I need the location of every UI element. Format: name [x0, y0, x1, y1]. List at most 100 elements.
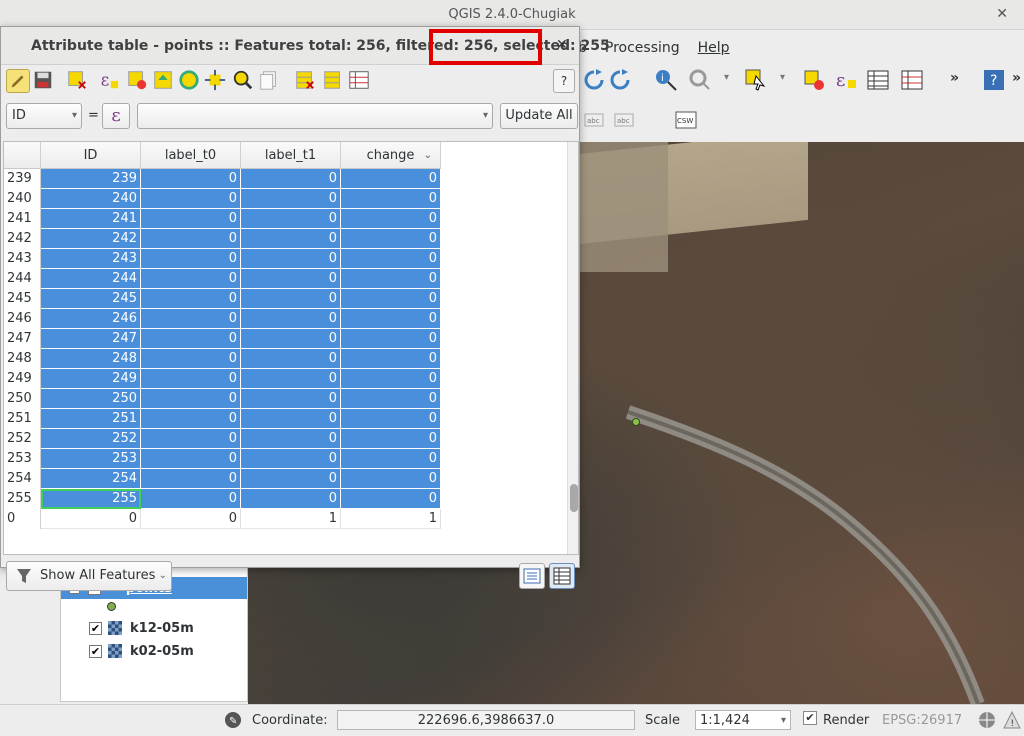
table-cell-label-t1[interactable]: 0 — [241, 189, 341, 209]
table-cell-change[interactable]: 0 — [341, 269, 441, 289]
table-cell-label-t1[interactable]: 0 — [241, 349, 341, 369]
table-cell-label-t1[interactable]: 0 — [241, 229, 341, 249]
table-row[interactable]: 252 252 0 0 0 — [4, 429, 441, 449]
pan-to-selection-icon[interactable] — [204, 69, 228, 93]
table-cell-id[interactable]: 254 — [41, 469, 141, 489]
table-cell-id[interactable]: 255 — [41, 489, 141, 509]
table-row[interactable]: 245 245 0 0 0 — [4, 289, 441, 309]
attribute-table[interactable]: ID label_t0 label_t1 change ⌄ 239 239 0 0 0 24… — [3, 141, 579, 555]
table-cell-change[interactable]: 0 — [341, 429, 441, 449]
more-tools-icon[interactable]: » — [1012, 70, 1021, 86]
row-header[interactable]: 252 — [4, 429, 41, 449]
table-cell-id[interactable]: 247 — [41, 329, 141, 349]
table-cell-label-t0[interactable]: 0 — [141, 289, 241, 309]
select-by-expression-icon[interactable]: ε — [834, 68, 858, 92]
warning-icon[interactable]: ! — [1003, 711, 1021, 729]
row-header[interactable]: 255 — [4, 489, 41, 509]
table-cell-label-t0[interactable]: 0 — [141, 509, 241, 529]
table-cell-label-t1[interactable]: 1 — [241, 509, 341, 529]
table-cell-id[interactable]: 252 — [41, 429, 141, 449]
table-cell-change[interactable]: 0 — [341, 489, 441, 509]
row-header[interactable]: 243 — [4, 249, 41, 269]
zoom-to-selection-icon[interactable] — [232, 69, 256, 93]
row-header[interactable]: 245 — [4, 289, 41, 309]
table-row[interactable]: 254 254 0 0 0 — [4, 469, 441, 489]
table-cell-id[interactable]: 246 — [41, 309, 141, 329]
csw-icon[interactable]: CSW — [674, 108, 698, 132]
table-cell-label-t0[interactable]: 0 — [141, 249, 241, 269]
table-row[interactable]: 00011 — [4, 509, 441, 529]
row-header[interactable]: 248 — [4, 349, 41, 369]
delete-selected-icon[interactable] — [66, 69, 90, 93]
select-by-expression-icon[interactable]: ε — [98, 69, 122, 93]
table-cell-change[interactable]: 0 — [341, 229, 441, 249]
table-cell-label-t0[interactable]: 0 — [141, 329, 241, 349]
table-cell-label-t0[interactable]: 0 — [141, 169, 241, 189]
table-cell-label-t0[interactable]: 0 — [141, 269, 241, 289]
help-button[interactable]: ? — [553, 69, 575, 93]
table-cell-id[interactable]: 242 — [41, 229, 141, 249]
expression-button[interactable]: ε — [102, 103, 130, 129]
row-header[interactable]: 254 — [4, 469, 41, 489]
table-cell-id[interactable]: 253 — [41, 449, 141, 469]
new-column-icon[interactable] — [322, 69, 346, 93]
open-attribute-table-icon[interactable] — [866, 68, 890, 92]
table-cell-change[interactable]: 0 — [341, 289, 441, 309]
row-header[interactable]: 242 — [4, 229, 41, 249]
table-cell-id[interactable]: 243 — [41, 249, 141, 269]
table-cell-id[interactable]: 240 — [41, 189, 141, 209]
table-cell-id[interactable]: 244 — [41, 269, 141, 289]
table-row[interactable]: 251 251 0 0 0 — [4, 409, 441, 429]
table-row[interactable]: 242 242 0 0 0 — [4, 229, 441, 249]
table-cell-label-t0[interactable]: 0 — [141, 229, 241, 249]
label-icon[interactable]: abc — [582, 108, 606, 132]
table-cell-id[interactable]: 248 — [41, 349, 141, 369]
globe-icon[interactable] — [978, 711, 996, 729]
row-header[interactable]: 246 — [4, 309, 41, 329]
table-row[interactable]: 246 246 0 0 0 — [4, 309, 441, 329]
table-cell-change[interactable]: 0 — [341, 169, 441, 189]
column-header-change[interactable]: change ⌄ — [341, 142, 441, 169]
coordinate-field[interactable]: 222696.6,3986637.0 — [337, 710, 635, 730]
table-cell-change[interactable]: 0 — [341, 389, 441, 409]
table-cell-label-t1[interactable]: 0 — [241, 329, 341, 349]
table-cell-change[interactable]: 0 — [341, 189, 441, 209]
map-point-feature[interactable] — [632, 418, 640, 426]
table-cell-label-t1[interactable]: 0 — [241, 209, 341, 229]
table-row[interactable]: 248 248 0 0 0 — [4, 349, 441, 369]
corner-header[interactable] — [4, 142, 41, 169]
table-row[interactable]: 239 239 0 0 0 — [4, 169, 441, 189]
field-calculator-icon[interactable] — [900, 68, 924, 92]
table-cell-change[interactable]: 0 — [341, 409, 441, 429]
deselect-icon[interactable] — [802, 68, 826, 92]
table-cell-label-t1[interactable]: 0 — [241, 169, 341, 189]
table-view-button[interactable] — [549, 563, 575, 589]
table-cell-label-t0[interactable]: 0 — [141, 489, 241, 509]
table-cell-label-t1[interactable]: 0 — [241, 429, 341, 449]
layer-item-k12-05m[interactable]: ✔ k12-05m — [61, 617, 247, 639]
close-icon[interactable]: ✕ — [556, 37, 568, 53]
close-icon[interactable]: ✕ — [996, 6, 1008, 22]
move-selection-top-icon[interactable] — [152, 69, 176, 93]
row-header[interactable]: 247 — [4, 329, 41, 349]
table-cell-label-t1[interactable]: 0 — [241, 309, 341, 329]
table-cell-label-t1[interactable]: 0 — [241, 289, 341, 309]
vertical-scrollbar[interactable] — [567, 142, 578, 554]
table-row[interactable]: 249 249 0 0 0 — [4, 369, 441, 389]
table-row[interactable]: 243 243 0 0 0 — [4, 249, 441, 269]
refresh-icon[interactable] — [608, 68, 632, 92]
table-row[interactable]: 255 255 0 0 0 — [4, 489, 441, 509]
delete-column-icon[interactable] — [294, 69, 318, 93]
table-cell-label-t0[interactable]: 0 — [141, 189, 241, 209]
table-cell-change[interactable]: 0 — [341, 449, 441, 469]
table-cell-label-t0[interactable]: 0 — [141, 469, 241, 489]
identify-icon[interactable]: i — [654, 68, 678, 92]
table-row[interactable]: 240 240 0 0 0 — [4, 189, 441, 209]
table-cell-change[interactable]: 0 — [341, 209, 441, 229]
row-header[interactable]: 0 — [4, 509, 41, 529]
refresh-icon[interactable] — [582, 68, 606, 92]
table-cell-id[interactable]: 241 — [41, 209, 141, 229]
table-row[interactable]: 244 244 0 0 0 — [4, 269, 441, 289]
scrollbar-thumb[interactable] — [570, 484, 578, 512]
layer-checkbox[interactable]: ✔ — [89, 621, 102, 635]
